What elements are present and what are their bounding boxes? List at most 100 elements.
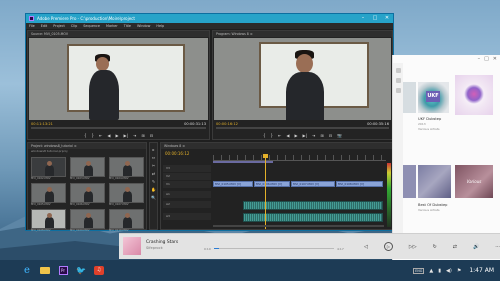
audio-clip[interactable] [243, 213, 383, 222]
play-button[interactable]: ▶ [115, 133, 118, 138]
project-item[interactable]: MVI_0102.MOV [31, 157, 66, 180]
slip-tool-icon[interactable]: ⇄ [152, 171, 155, 176]
source-video-frame[interactable] [29, 38, 208, 120]
timeline-scrollbar[interactable] [213, 225, 384, 227]
razor-tool-icon[interactable]: ✂ [152, 163, 155, 168]
previous-button[interactable]: ◁ [364, 244, 368, 250]
project-item[interactable]: MVI_0110.MOV [109, 209, 144, 232]
export-frame-icon[interactable]: 📷 [337, 133, 342, 138]
go-to-out-button[interactable]: ⇥ [133, 133, 136, 138]
ripple-edit-tool-icon[interactable]: ⇔ [152, 155, 155, 160]
playhead[interactable] [263, 154, 268, 229]
project-item[interactable]: MVI_0109.MOV [70, 209, 105, 232]
project-item[interactable]: MVI_0107.MOV [109, 183, 144, 206]
repeat-icon[interactable]: ↻ [433, 244, 437, 250]
music-minimize-button[interactable]: – [478, 56, 481, 62]
video-clip[interactable]: MVI_0108.MOV [V] [336, 181, 383, 187]
clip-thumbnail[interactable] [70, 183, 105, 203]
video-clip[interactable]: MVI_0106.MOV [V] [254, 181, 290, 187]
clock[interactable]: 1:47 AM [469, 267, 494, 274]
audio-clip[interactable] [243, 201, 383, 210]
program-scrubber[interactable] [216, 127, 389, 129]
menu-title[interactable]: Title [124, 24, 131, 28]
mark-in-button[interactable]: { [263, 133, 266, 138]
flag-icon[interactable]: ⚑ [457, 268, 461, 274]
clip-thumbnail[interactable] [109, 183, 144, 203]
work-area-bar[interactable] [213, 161, 273, 163]
clip-thumbnail[interactable] [31, 183, 66, 203]
mark-out-button[interactable]: } [270, 133, 273, 138]
pen-tool-icon[interactable]: ✎ [152, 179, 155, 184]
project-item[interactable]: MVI_0108.MOV [31, 209, 66, 232]
taskbar-premiere[interactable]: Pr [54, 260, 72, 281]
album-title[interactable]: Best Of Dubstep [418, 203, 447, 207]
volume-icon[interactable]: 🔊 [473, 244, 479, 250]
insert-button[interactable]: ⊞ [141, 133, 144, 138]
album-art[interactable]: Various [455, 165, 493, 198]
project-item[interactable]: MVI_0105.MOV [31, 183, 66, 206]
project-item[interactable]: MVI_0103.MOV [70, 157, 105, 180]
volume-tray-icon[interactable]: ◀) [446, 268, 452, 274]
menu-sequence[interactable]: Sequence [83, 24, 100, 28]
clip-thumbnail[interactable] [31, 209, 66, 229]
maximize-button[interactable]: □ [369, 14, 381, 23]
nav-icon[interactable] [395, 88, 401, 93]
step-forward-button[interactable]: ▶| [303, 133, 307, 138]
go-to-in-button[interactable]: ⇤ [99, 133, 102, 138]
play-button[interactable]: ▶ [294, 133, 297, 138]
album-art[interactable] [403, 82, 416, 113]
mark-out-button[interactable]: } [91, 133, 94, 138]
track-header[interactable]: V3 [163, 165, 211, 172]
clip-thumbnail[interactable] [109, 157, 144, 177]
mark-in-button[interactable]: { [84, 133, 87, 138]
close-button[interactable]: ✕ [381, 14, 393, 23]
premiere-titlebar[interactable]: Adobe Premiere Pro - C:\production\Moire… [26, 14, 393, 23]
program-monitor-tab[interactable]: Program: Windows 8 ≡ [213, 31, 392, 37]
timeline-timecode[interactable]: 00:00:16:12 [165, 151, 189, 156]
minimize-button[interactable]: – [357, 14, 369, 23]
menu-window[interactable]: Window [137, 24, 150, 28]
music-close-button[interactable]: ✕ [493, 56, 497, 62]
source-monitor-tab[interactable]: Source: MVI_0105.MOV [28, 31, 209, 37]
clip-thumbnail[interactable] [70, 209, 105, 229]
go-to-out-button[interactable]: ⇥ [312, 133, 315, 138]
taskbar-file-explorer[interactable] [36, 260, 54, 281]
clip-thumbnail[interactable] [31, 157, 66, 177]
menu-marker[interactable]: Marker [106, 24, 118, 28]
taskbar-internet-explorer[interactable]: e [18, 260, 36, 281]
track-header[interactable]: A1 [163, 191, 211, 198]
more-icon[interactable]: ⋯ [495, 244, 500, 250]
step-back-button[interactable]: ◀ [107, 133, 110, 138]
album-art-ukf[interactable]: UKF [418, 82, 449, 113]
nav-icon[interactable] [395, 78, 401, 83]
album-art-featured[interactable] [455, 75, 493, 115]
nav-icon[interactable] [395, 68, 401, 73]
music-maximize-button[interactable]: □ [484, 56, 489, 62]
playback-progress[interactable] [214, 248, 334, 249]
album-art[interactable] [403, 165, 416, 198]
source-scrubber[interactable] [31, 127, 206, 129]
taskbar-music[interactable]: ♫ [90, 260, 108, 281]
keyboard-layout[interactable]: ENG [413, 267, 425, 274]
hand-tool-icon[interactable]: ✋ [151, 187, 156, 192]
menu-clip[interactable]: Clip [71, 24, 77, 28]
lift-button[interactable]: ⊞ [320, 133, 323, 138]
track-header[interactable]: V1 [163, 181, 211, 188]
track-header[interactable]: V2 [163, 173, 211, 180]
overwrite-button[interactable]: ⊟ [150, 133, 153, 138]
clip-thumbnail[interactable] [70, 157, 105, 177]
shuffle-icon[interactable]: ⇄ [453, 244, 457, 250]
menu-project[interactable]: Project [53, 24, 65, 28]
video-clip[interactable]: MVI_0105.MOV [V] [213, 181, 253, 187]
program-video-frame[interactable] [214, 38, 391, 120]
show-hidden-icons[interactable]: ▲ [429, 268, 433, 274]
project-item[interactable]: MVI_0104.MOV [109, 157, 144, 180]
track-header[interactable]: A3 [163, 213, 211, 220]
clip-thumbnail[interactable] [109, 209, 144, 229]
start-button[interactable] [0, 260, 18, 281]
album-art-selected[interactable] [418, 165, 451, 198]
source-timecode-current[interactable]: 00:11:13:21 [31, 122, 53, 126]
network-icon[interactable]: ▮ [438, 268, 441, 274]
play-pause-button[interactable]: ▷ [383, 242, 393, 251]
now-playing-title[interactable]: Crashing Stars [146, 240, 178, 245]
